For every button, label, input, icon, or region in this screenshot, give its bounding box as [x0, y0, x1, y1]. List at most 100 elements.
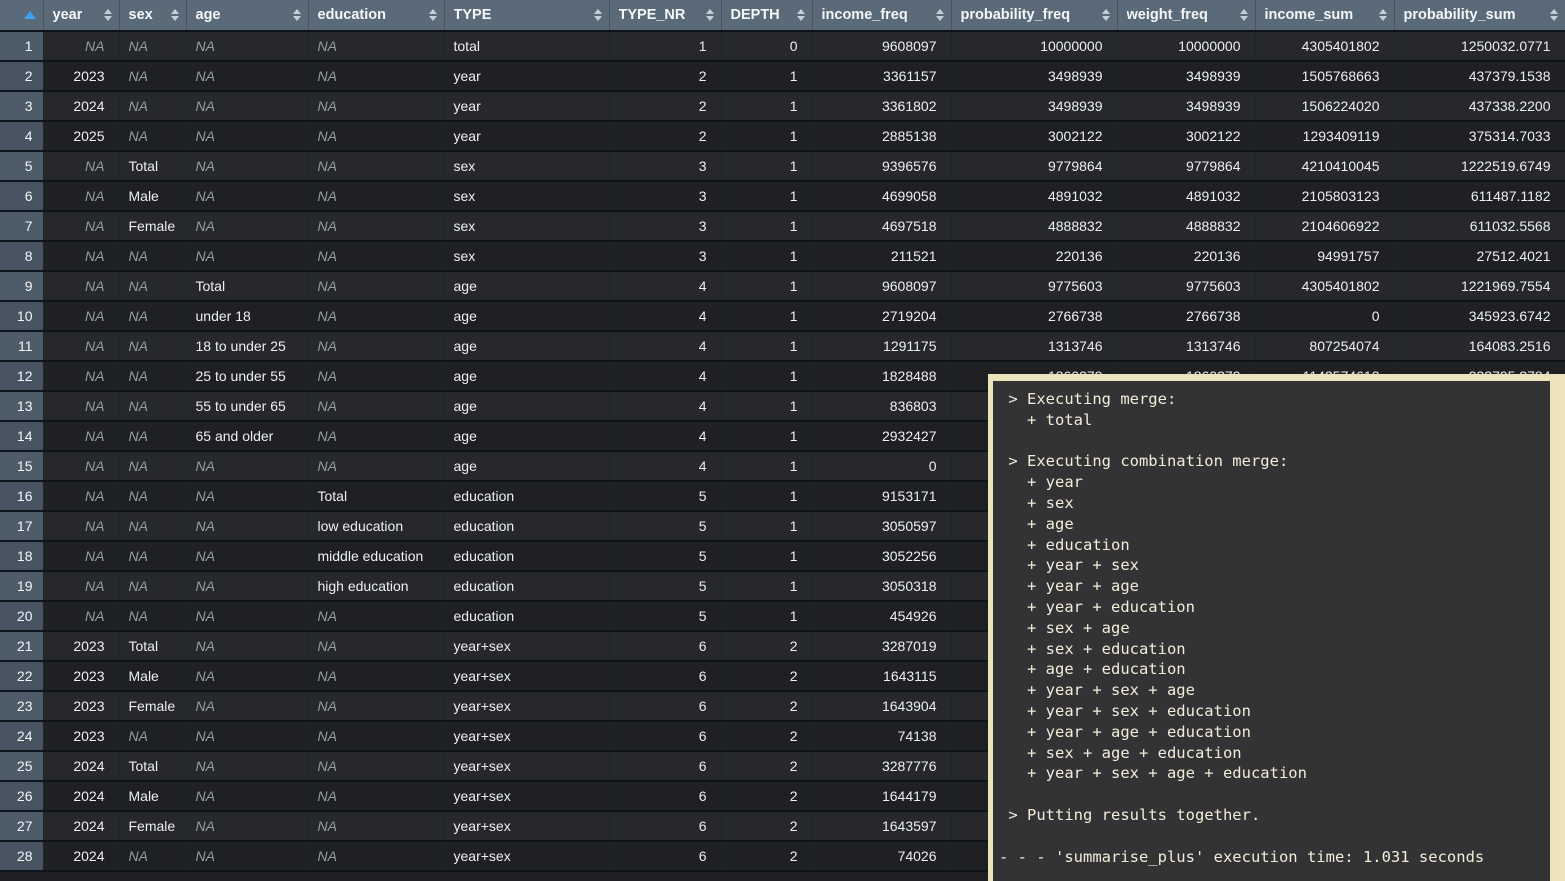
- cell-income_freq: 9608097: [812, 31, 951, 61]
- cell-income_freq: 454926: [812, 601, 951, 631]
- cell-year: NA: [43, 451, 119, 481]
- cell-year: 2023: [43, 631, 119, 661]
- header-cell: income_sum: [1256, 0, 1394, 30]
- cell-TYPE: year+sex: [444, 631, 609, 661]
- cell-education: NA: [308, 721, 444, 751]
- cell-sex: NA: [119, 61, 186, 91]
- sort-up-icon: [936, 9, 944, 14]
- cell-DEPTH: 2: [721, 631, 812, 661]
- cell-education: middle education: [308, 541, 444, 571]
- cell-sex: Total: [119, 751, 186, 781]
- cell-income_sum: 94991757: [1255, 241, 1394, 271]
- cell-education: NA: [308, 121, 444, 151]
- cell-age: NA: [186, 211, 308, 241]
- cell-TYPE_NR: 6: [609, 631, 721, 661]
- column-header-probability_freq[interactable]: probability_freq: [951, 0, 1117, 31]
- row-number: 3: [0, 91, 43, 121]
- column-header-weight_freq[interactable]: weight_freq: [1117, 0, 1255, 31]
- cell-age: NA: [186, 91, 308, 121]
- cell-DEPTH: 2: [721, 751, 812, 781]
- column-header-education[interactable]: education: [308, 0, 444, 31]
- cell-education: low education: [308, 511, 444, 541]
- cell-DEPTH: 2: [721, 841, 812, 871]
- sort-down-icon: [1550, 16, 1558, 21]
- cell-DEPTH: 2: [721, 721, 812, 751]
- cell-probability_sum: 611032.5568: [1394, 211, 1565, 241]
- cell-income_sum: 0: [1255, 301, 1394, 331]
- cell-TYPE: age: [444, 331, 609, 361]
- cell-sex: Total: [119, 151, 186, 181]
- cell-weight_freq: 2766738: [1117, 301, 1255, 331]
- cell-TYPE_NR: 2: [609, 61, 721, 91]
- cell-probability_freq: 3498939: [951, 61, 1117, 91]
- cell-TYPE: year+sex: [444, 691, 609, 721]
- row-number: 14: [0, 421, 43, 451]
- cell-DEPTH: 1: [721, 151, 812, 181]
- cell-income_freq: 2719204: [812, 301, 951, 331]
- cell-TYPE_NR: 4: [609, 451, 721, 481]
- table-row: 32024NANANAyear2133618023498939349893915…: [0, 91, 1565, 121]
- column-label: DEPTH: [731, 7, 780, 23]
- column-header-income_freq[interactable]: income_freq: [812, 0, 951, 31]
- console-line: + year + sex + age: [999, 680, 1550, 701]
- cell-TYPE: sex: [444, 211, 609, 241]
- header-cell: TYPE_NR: [610, 0, 721, 30]
- grid-header: yearsexage education TYPETYPE_NR DEPTH incom…: [0, 0, 1565, 31]
- column-label: education: [318, 7, 386, 23]
- row-number: 28: [0, 841, 43, 871]
- cell-education: NA: [308, 781, 444, 811]
- sort-arrows-icon: [293, 9, 301, 21]
- console-line: + year + education: [999, 597, 1550, 618]
- cell-age: 55 to under 65: [186, 391, 308, 421]
- cell-education: NA: [308, 241, 444, 271]
- header-cell: education: [309, 0, 444, 30]
- column-header-year[interactable]: year: [43, 0, 119, 31]
- cell-TYPE_NR: 2: [609, 91, 721, 121]
- sort-down-icon: [104, 16, 112, 21]
- cell-sex: NA: [119, 511, 186, 541]
- sort-arrows-icon: [797, 9, 805, 21]
- cell-year: 2023: [43, 721, 119, 751]
- cell-education: NA: [308, 151, 444, 181]
- cell-year: 2024: [43, 781, 119, 811]
- cell-DEPTH: 1: [721, 181, 812, 211]
- column-header-TYPE[interactable]: TYPE: [444, 0, 609, 31]
- cell-income_freq: 74026: [812, 841, 951, 871]
- cell-TYPE: age: [444, 361, 609, 391]
- cell-age: NA: [186, 691, 308, 721]
- cell-age: NA: [186, 751, 308, 781]
- column-header-sex[interactable]: sex: [119, 0, 186, 31]
- cell-TYPE: year+sex: [444, 751, 609, 781]
- cell-DEPTH: 1: [721, 61, 812, 91]
- cell-weight_freq: 1313746: [1117, 331, 1255, 361]
- sort-arrows-icon: [104, 9, 112, 21]
- column-header-rownum[interactable]: [0, 0, 43, 31]
- sort-arrows-icon: [594, 9, 602, 21]
- cell-TYPE_NR: 4: [609, 331, 721, 361]
- column-header-DEPTH[interactable]: DEPTH: [721, 0, 812, 31]
- column-header-TYPE_NR[interactable]: TYPE_NR: [609, 0, 721, 31]
- cell-TYPE_NR: 5: [609, 541, 721, 571]
- cell-TYPE: year+sex: [444, 661, 609, 691]
- header-cell: [0, 0, 43, 30]
- cell-education: NA: [308, 91, 444, 121]
- header-cell: year: [44, 0, 119, 30]
- column-header-age[interactable]: age: [186, 0, 308, 31]
- cell-income_sum: 4210410045: [1255, 151, 1394, 181]
- cell-income_freq: 1643597: [812, 811, 951, 841]
- cell-age: NA: [186, 571, 308, 601]
- cell-year: NA: [43, 151, 119, 181]
- sort-ascending-icon: [24, 11, 36, 19]
- cell-year: 2024: [43, 91, 119, 121]
- console-line: > Executing combination merge:: [999, 451, 1550, 472]
- cell-year: NA: [43, 571, 119, 601]
- column-header-income_sum[interactable]: income_sum: [1255, 0, 1394, 31]
- table-row: 42025NANANAyear2128851383002122300212212…: [0, 121, 1565, 151]
- cell-TYPE: year: [444, 91, 609, 121]
- cell-sex: NA: [119, 301, 186, 331]
- cell-age: 65 and older: [186, 421, 308, 451]
- cell-year: NA: [43, 331, 119, 361]
- cell-probability_freq: 3002122: [951, 121, 1117, 151]
- column-header-probability_sum[interactable]: probability_sum: [1394, 0, 1565, 31]
- row-number: 17: [0, 511, 43, 541]
